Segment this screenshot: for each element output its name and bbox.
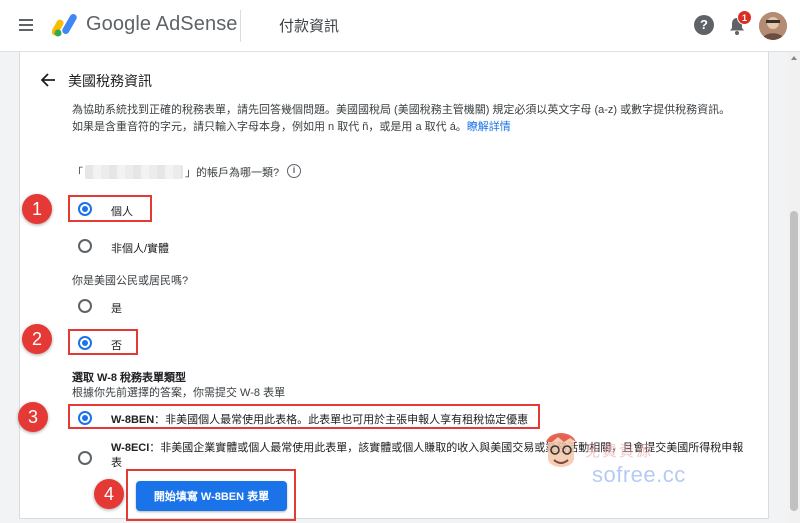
citizen-question: 你是美國公民或居民嗎? [72,275,189,287]
intro-line-1: 為協助系統找到正確的稅務表單，請先回答幾個問題。美國國稅局 (美國稅務主管機關)… [72,104,731,116]
account-type-question: 「 」的帳戶為哪一類? [72,164,279,180]
option-individual-label[interactable]: 個人 [111,203,133,219]
learn-more-link[interactable]: 瞭解詳情 [467,121,511,133]
option-no-label[interactable]: 否 [111,337,122,353]
option-w8ben[interactable]: W-8BEN：非美國個人最常使用此表格。此表單也可用於主張申報人享有租稅協定優惠 [111,411,528,427]
notification-count-badge: 1 [737,10,752,25]
option-yes-label[interactable]: 是 [111,300,122,316]
intro-line-2: 如果是含重音符的字元，請只輸入字母本身，例如用 n 取代 ñ，或是用 a 取代 … [72,121,467,133]
radio-citizen-yes[interactable] [78,299,92,313]
w8-section-subtitle: 根據你先前選擇的答案，你需提交 W-8 表單 [72,387,286,399]
back-arrow-icon[interactable] [40,72,56,88]
radio-individual[interactable] [78,202,92,216]
page-title: 付款資訊 [279,18,340,35]
w8eci-code: W-8ECI [111,442,150,454]
w8ben-code: W-8BEN [111,414,155,426]
radio-citizen-no[interactable] [78,336,92,350]
step-marker-2: 2 [22,324,52,354]
radio-w8eci[interactable] [78,451,92,465]
watermark-text: sofree.cc [592,462,686,487]
scrollbar-thumb[interactable] [790,211,798,511]
hamburger-menu-icon[interactable] [16,16,38,36]
radio-w8ben[interactable] [78,411,92,425]
question-suffix: 」的帳戶為哪一類? [185,167,280,179]
question-prefix: 「 [72,167,83,179]
step-marker-4: 4 [94,479,124,509]
watermark-title: 免費資源 [585,443,654,460]
card-title: 美國稅務資訊 [68,73,152,89]
w8-section-title: 選取 W-8 稅務表單類型 [72,372,187,384]
scroll-up-arrow-icon[interactable] [791,56,797,60]
start-w8ben-button[interactable]: 開始填寫 W-8BEN 表單 [136,481,287,511]
step-marker-3: 3 [18,402,48,432]
top-app-bar: Google AdSense 付款資訊 ? 1 [0,0,800,52]
adsense-logo-icon [52,14,77,37]
redacted-account-name [85,165,183,179]
step-marker-1: 1 [22,194,52,224]
watermark-mascot-icon [546,433,576,467]
w8ben-description: ：非美國個人最常使用此表格。此表單也可用於主張申報人享有租稅協定優惠 [154,414,529,426]
radio-non-individual[interactable] [78,239,92,253]
help-icon[interactable]: ? [694,15,714,35]
header-divider [240,10,241,42]
user-avatar[interactable] [759,12,787,40]
option-non-individual-label[interactable]: 非個人/實體 [111,240,169,256]
brand-name: Google AdSense [86,13,238,35]
info-icon[interactable]: i [287,164,301,178]
intro-text: 為協助系統找到正確的稅務表單，請先回答幾個問題。美國國稅局 (美國稅務主管機關)… [72,102,762,136]
